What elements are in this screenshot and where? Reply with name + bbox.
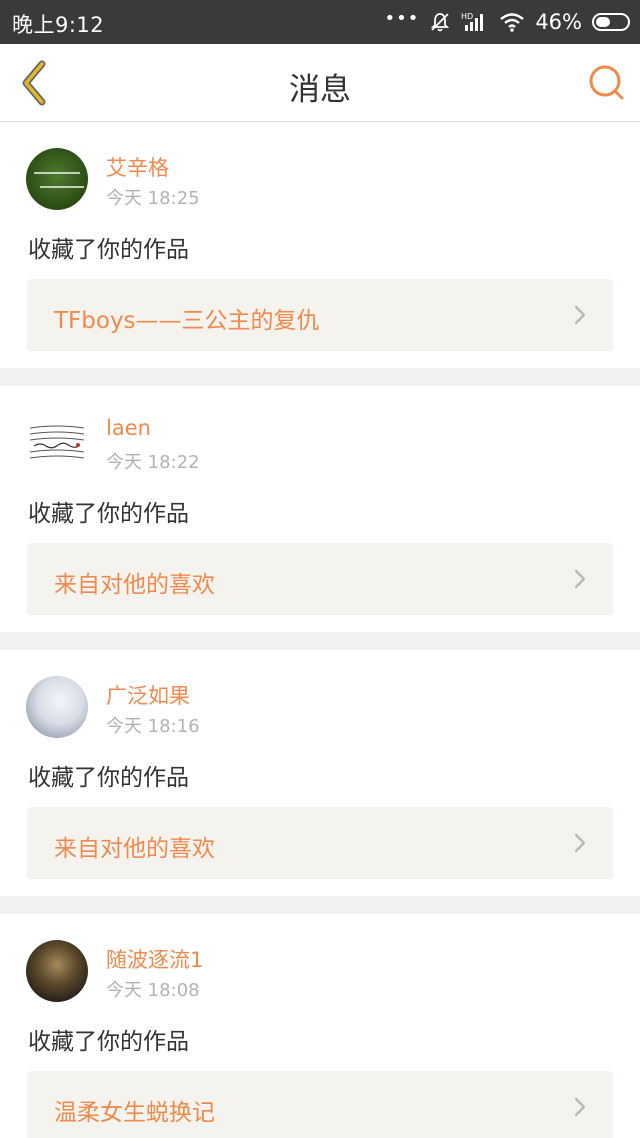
avatar[interactable] xyxy=(26,148,88,210)
work-link[interactable]: 来自对他的喜欢 xyxy=(27,543,613,615)
chevron-right-icon xyxy=(574,569,586,589)
more-dots-icon: ••• xyxy=(384,8,420,29)
battery-percent: 46% xyxy=(535,10,582,34)
work-title: 来自对他的喜欢 xyxy=(54,836,215,862)
work-title: TFboys——三公主的复仇 xyxy=(54,308,320,334)
work-link[interactable]: 温柔女生蜕换记 xyxy=(27,1071,613,1138)
username[interactable]: 随波逐流1 xyxy=(106,944,203,974)
username[interactable]: laen xyxy=(106,416,151,440)
timestamp: 今天 18:16 xyxy=(106,716,200,737)
action-text: 收藏了你的作品 xyxy=(28,237,189,263)
wifi-icon xyxy=(500,13,525,32)
timestamp: 今天 18:08 xyxy=(106,980,200,1001)
page-title: 消息 xyxy=(289,72,351,108)
status-time: 晚上9:12 xyxy=(12,13,105,37)
chevron-right-icon xyxy=(574,305,586,325)
chevron-right-icon xyxy=(574,1097,586,1117)
timestamp: 今天 18:25 xyxy=(106,188,200,209)
timestamp: 今天 18:22 xyxy=(106,452,200,473)
message-card: 随波逐流1 今天 18:08 收藏了你的作品 温柔女生蜕换记 xyxy=(0,914,640,1138)
signal-icon: HD xyxy=(461,12,484,31)
message-card: laen 今天 18:22 收藏了你的作品 来自对他的喜欢 xyxy=(0,386,640,632)
avatar-image xyxy=(29,425,85,459)
message-card: 广泛如果 今天 18:16 收藏了你的作品 来自对他的喜欢 xyxy=(0,650,640,896)
status-icons: ••• HD 46% xyxy=(384,0,630,44)
work-link[interactable]: 来自对他的喜欢 xyxy=(27,807,613,879)
username[interactable]: 艾辛格 xyxy=(106,152,169,182)
message-list: 艾辛格 今天 18:25 收藏了你的作品 TFboys——三公主的复仇 laen… xyxy=(0,122,640,1138)
action-text: 收藏了你的作品 xyxy=(28,765,189,791)
avatar[interactable] xyxy=(26,676,88,738)
screen: 晚上9:12 ••• HD 46% 消息 艾辛格 今天 18:25 收藏了你的作… xyxy=(0,0,640,1138)
work-title: 温柔女生蜕换记 xyxy=(54,1100,215,1126)
mute-bell-icon xyxy=(431,13,450,32)
search-button[interactable] xyxy=(586,62,626,102)
status-bar: 晚上9:12 ••• HD 46% xyxy=(0,0,640,44)
svg-text:HD: HD xyxy=(461,12,473,21)
message-card: 艾辛格 今天 18:25 收藏了你的作品 TFboys——三公主的复仇 xyxy=(0,122,640,368)
search-icon xyxy=(589,65,624,100)
battery-icon xyxy=(592,13,630,31)
action-text: 收藏了你的作品 xyxy=(28,1029,189,1055)
avatar[interactable] xyxy=(26,940,88,1002)
username[interactable]: 广泛如果 xyxy=(106,680,190,710)
avatar[interactable] xyxy=(26,412,88,474)
action-text: 收藏了你的作品 xyxy=(28,501,189,527)
work-link[interactable]: TFboys——三公主的复仇 xyxy=(27,279,613,351)
work-title: 来自对他的喜欢 xyxy=(54,572,215,598)
chevron-right-icon xyxy=(574,833,586,853)
top-nav-bar: 消息 xyxy=(0,44,640,122)
